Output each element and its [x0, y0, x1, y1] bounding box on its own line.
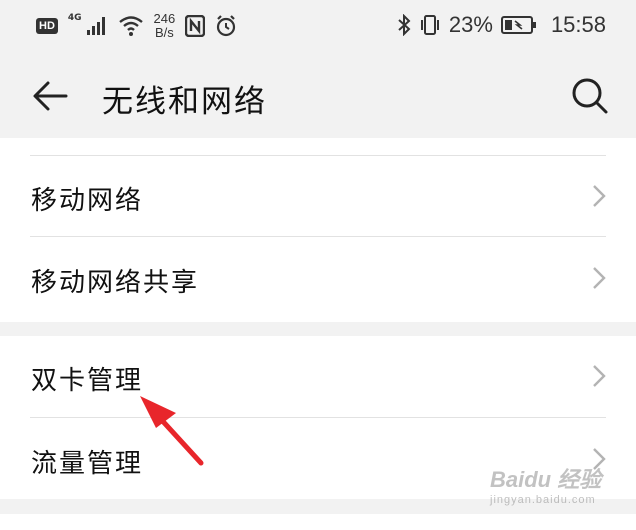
watermark-logo: Baidu 经验 jingyan.baidu.com — [490, 462, 601, 506]
clock: 15:58 — [550, 12, 606, 37]
settings-group-1: 移动网络 移动网络共享 — [0, 138, 636, 322]
list-item-label: 移动网络共享 — [31, 268, 200, 298]
chevron-right-icon — [593, 365, 606, 387]
nfc-icon — [185, 15, 206, 37]
list-item-dual-sim[interactable]: 双卡管理 — [0, 336, 636, 416]
status-left: HD 4G 246 B/s — [36, 12, 237, 40]
status-bar: HD 4G 246 B/s 23% 15:58 — [0, 0, 636, 52]
list-item-label: 流量管理 — [31, 449, 144, 479]
divider — [30, 417, 606, 418]
list-item-label: 双卡管理 — [31, 366, 144, 396]
search-button[interactable] — [568, 74, 612, 118]
watermark-main: Baidu 经验 — [490, 467, 602, 492]
signal-icon — [86, 17, 105, 35]
list-item-mobile-network[interactable]: 移动网络 — [0, 156, 636, 236]
network-speed: 246 B/s — [154, 12, 176, 40]
alarm-icon — [217, 15, 236, 37]
divider — [30, 236, 606, 237]
list-item-mobile-network-sharing[interactable]: 移动网络共享 — [0, 238, 636, 318]
hd-icon: HD — [36, 18, 58, 34]
watermark-sub: jingyan.baidu.com — [490, 494, 596, 506]
battery-icon — [500, 16, 536, 34]
page-title: 无线和网络 — [102, 84, 267, 120]
status-right: 23% 15:58 — [397, 12, 606, 38]
vibrate-icon — [420, 15, 439, 35]
settings-group-3 — [0, 514, 636, 530]
bluetooth-icon — [398, 14, 411, 36]
arrow-left-icon — [33, 81, 68, 111]
speed-unit: B/s — [155, 25, 174, 40]
speed-value: 246 — [153, 11, 176, 26]
search-icon — [572, 78, 608, 114]
battery-percent: 23% — [448, 12, 493, 37]
chevron-right-icon — [593, 185, 606, 207]
network-type-label: 4G — [67, 13, 82, 23]
toolbar: 无线和网络 — [0, 52, 636, 138]
chevron-right-icon — [593, 267, 606, 289]
back-button[interactable] — [28, 74, 72, 118]
wifi-icon — [118, 16, 143, 36]
list-item-label: 移动网络 — [31, 186, 144, 216]
